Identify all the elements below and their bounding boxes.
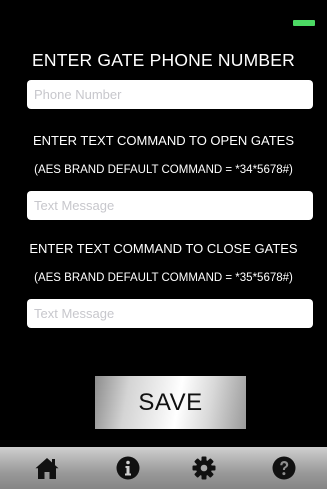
tab-help[interactable] xyxy=(254,447,314,489)
tab-home[interactable] xyxy=(17,447,77,489)
tab-settings[interactable] xyxy=(174,447,234,489)
open-default-command-note: (AES BRAND DEFAULT COMMAND = *34*5678#) xyxy=(34,164,293,176)
open-command-heading: ENTER TEXT COMMAND TO OPEN GATES xyxy=(32,133,294,148)
close-command-heading: ENTER TEXT COMMAND TO CLOSE GATES xyxy=(29,241,298,256)
tab-bar xyxy=(0,447,327,489)
gear-icon xyxy=(192,456,216,480)
question-icon xyxy=(272,456,296,480)
info-icon xyxy=(116,456,140,480)
save-button[interactable]: SAVE xyxy=(95,376,246,429)
battery-indicator xyxy=(293,20,315,26)
gate-phone-heading: ENTER GATE PHONE NUMBER xyxy=(32,50,295,70)
phone-number-input[interactable] xyxy=(27,80,313,109)
tab-info[interactable] xyxy=(98,447,158,489)
close-command-input[interactable] xyxy=(27,299,313,328)
home-icon xyxy=(35,458,59,479)
open-command-input[interactable] xyxy=(27,191,313,220)
close-default-command-note: (AES BRAND DEFAULT COMMAND = *35*5678#) xyxy=(34,272,293,284)
